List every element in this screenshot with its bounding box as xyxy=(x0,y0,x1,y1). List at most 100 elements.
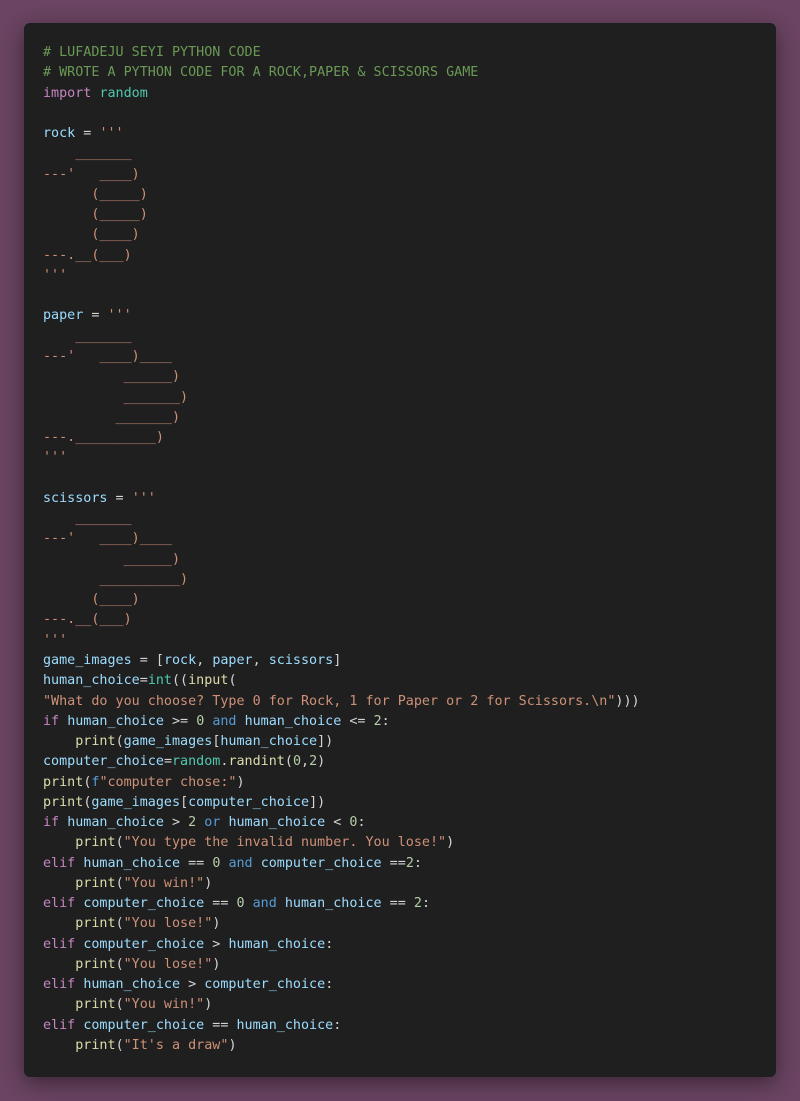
token-comment: # WROTE A PYTHON CODE FOR A ROCK,PAPER &… xyxy=(43,65,479,81)
token-variable: human_choice xyxy=(220,734,318,750)
code-line: print(game_images[computer_choice]) xyxy=(43,793,640,813)
token-plain: = xyxy=(83,308,108,324)
token-variable: human_choice xyxy=(284,896,382,912)
token-operator-keyword: and xyxy=(212,713,237,729)
token-string: "You win!" xyxy=(123,875,205,891)
code-line: _______ xyxy=(43,327,640,347)
token-variable: human_choice xyxy=(83,855,181,871)
code-line: _______ xyxy=(43,144,640,164)
code-line: ---' ____) xyxy=(43,165,640,185)
token-variable: computer_choice xyxy=(83,936,205,952)
code-line: human_choice=int((input( xyxy=(43,671,640,691)
token-function: print xyxy=(75,835,116,851)
code-line: if human_choice > 2 or human_choice < 0: xyxy=(43,813,640,833)
token-plain: : xyxy=(333,1017,342,1033)
token-function: print xyxy=(75,997,116,1013)
token-variable: rock xyxy=(43,126,76,142)
token-variable: human_choice xyxy=(228,936,326,952)
code-line: _______) xyxy=(43,388,640,408)
token-variable: computer_choice xyxy=(83,1017,205,1033)
token-string: ---.__________) xyxy=(43,430,164,446)
token-plain: : xyxy=(357,815,366,831)
token-plain: ) xyxy=(446,835,455,851)
token-plain: ( xyxy=(115,734,124,750)
token-string: (____) xyxy=(43,227,140,243)
token-plain: = xyxy=(163,754,172,770)
code-line: elif computer_choice > human_choice: xyxy=(43,935,640,955)
token-plain: == xyxy=(180,855,213,871)
token-string: "It's a draw" xyxy=(123,1038,229,1054)
token-comment: # LUFADEJU SEYI PYTHON CODE xyxy=(43,45,261,60)
code-line: ______) xyxy=(43,550,640,570)
code-block[interactable]: # LUFADEJU SEYI PYTHON CODE # WROTE A PYT… xyxy=(43,43,640,1056)
token-variable: game_images xyxy=(43,652,132,668)
token-keyword: if xyxy=(43,815,60,831)
code-line: paper = ''' xyxy=(43,306,640,326)
token-variable: human_choice xyxy=(228,815,326,831)
token-string: "You lose!" xyxy=(123,956,213,972)
token-string: _______ xyxy=(43,146,132,162)
token-function: input xyxy=(188,673,229,689)
token-plain: : xyxy=(325,936,334,952)
token-string: ''' xyxy=(99,126,124,142)
token-variable: rock xyxy=(163,652,197,668)
code-line: ---' ____)____ xyxy=(43,347,640,367)
token-number: 2 xyxy=(413,896,422,912)
token-operator-keyword: or xyxy=(204,815,221,831)
token-plain: ( xyxy=(115,956,124,972)
token-plain: ( xyxy=(284,754,293,770)
code-line: rock = ''' xyxy=(43,124,640,144)
code-line: ---.__(___) xyxy=(43,246,640,266)
token-plain: ( xyxy=(115,997,124,1013)
code-line: ---.__(___) xyxy=(43,610,640,630)
token-variable: computer_choice xyxy=(43,754,164,770)
code-line: (_____) xyxy=(43,205,640,225)
code-line: import random xyxy=(43,84,640,104)
token-plain: ( xyxy=(115,835,124,851)
token-function: randint xyxy=(228,754,285,770)
token-plain: ) xyxy=(204,997,213,1013)
token-plain: (( xyxy=(172,673,189,689)
token-string: (_____) xyxy=(43,186,148,202)
token-variable: computer_choice xyxy=(188,794,310,810)
code-line: print("You win!") xyxy=(43,874,640,894)
token-variable: human_choice xyxy=(83,977,181,993)
token-variable: human_choice xyxy=(236,1017,334,1033)
token-string: ''' xyxy=(131,490,156,506)
token-module: random xyxy=(99,85,148,101)
token-function: print xyxy=(75,1038,116,1054)
token-plain: > xyxy=(180,977,205,993)
token-string: ''' xyxy=(43,450,68,466)
token-string: ---' ____)____ xyxy=(43,348,172,364)
token-variable: scissors xyxy=(43,490,108,506)
token-plain: ) xyxy=(204,875,213,891)
code-line: print("You lose!") xyxy=(43,955,640,975)
token-plain: == xyxy=(204,896,237,912)
code-line: _______) xyxy=(43,408,640,428)
token-keyword: import xyxy=(43,85,92,101)
token-keyword: elif xyxy=(43,1017,76,1033)
code-line: ---' ____)____ xyxy=(43,529,640,549)
token-variable: game_images xyxy=(123,734,213,750)
token-string: ---' ____)____ xyxy=(43,531,172,547)
token-function: print xyxy=(43,774,84,790)
code-line: ''' xyxy=(43,448,640,468)
code-line: ---.__________) xyxy=(43,428,640,448)
token-keyword: if xyxy=(43,713,60,729)
code-line: print(f"computer chose:") xyxy=(43,773,640,793)
token-plain: , xyxy=(301,754,310,770)
token-string: "You win!" xyxy=(123,997,205,1013)
code-line: computer_choice=random.randint(0,2) xyxy=(43,752,640,772)
token-plain: == xyxy=(204,1017,237,1033)
token-plain: ( xyxy=(115,875,124,891)
code-line: ''' xyxy=(43,266,640,286)
